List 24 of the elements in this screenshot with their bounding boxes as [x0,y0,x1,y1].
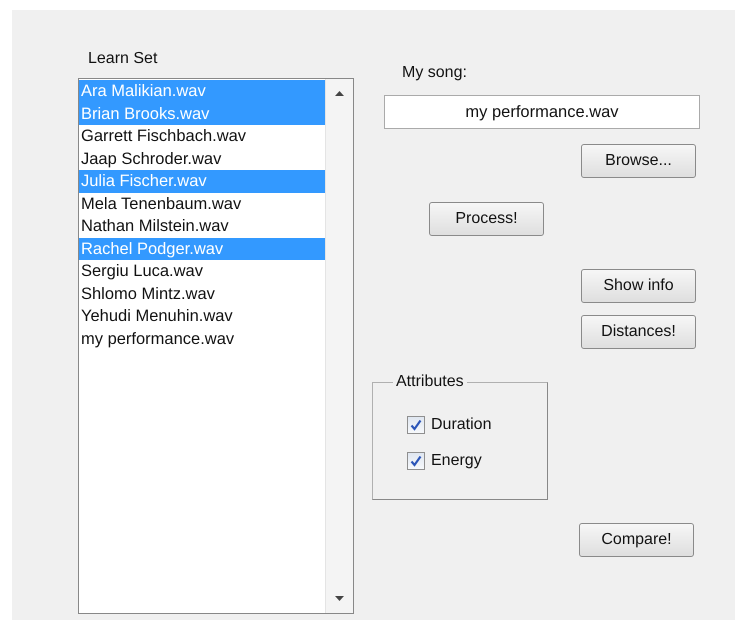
checkbox-label[interactable]: Energy [431,452,482,470]
song-field[interactable]: my performance.wav [384,95,700,129]
checkbox-label[interactable]: Duration [431,416,492,434]
list-item[interactable]: Mela Tenenbaum.wav [79,192,325,215]
scroll-up-icon[interactable] [335,91,344,96]
distances-button[interactable]: Distances! [581,315,696,349]
list-item[interactable]: Sergiu Luca.wav [79,260,325,282]
compare-button[interactable]: Compare! [579,523,694,557]
list-item[interactable]: my performance.wav [79,328,325,350]
list-item[interactable]: Shlomo Mintz.wav [79,282,325,305]
process-button[interactable]: Process! [429,202,544,236]
browse-button[interactable]: Browse... [581,144,696,178]
file-list[interactable] [78,78,354,614]
song-label: My song: [402,64,467,82]
list-item[interactable]: Nathan Milstein.wav [79,215,325,238]
checkbox[interactable] [407,452,425,470]
list-item[interactable]: Jaap Schroder.wav [79,148,325,170]
show-info-button[interactable]: Show info [581,269,696,303]
list-item[interactable]: Yehudi Menuhin.wav [79,305,325,328]
checkbox[interactable] [407,416,425,434]
list-label: Learn Set [88,50,158,68]
list-item[interactable]: Garrett Fischbach.wav [79,125,325,148]
scroll-down-icon[interactable] [335,596,344,601]
scrollbar[interactable] [325,79,353,613]
